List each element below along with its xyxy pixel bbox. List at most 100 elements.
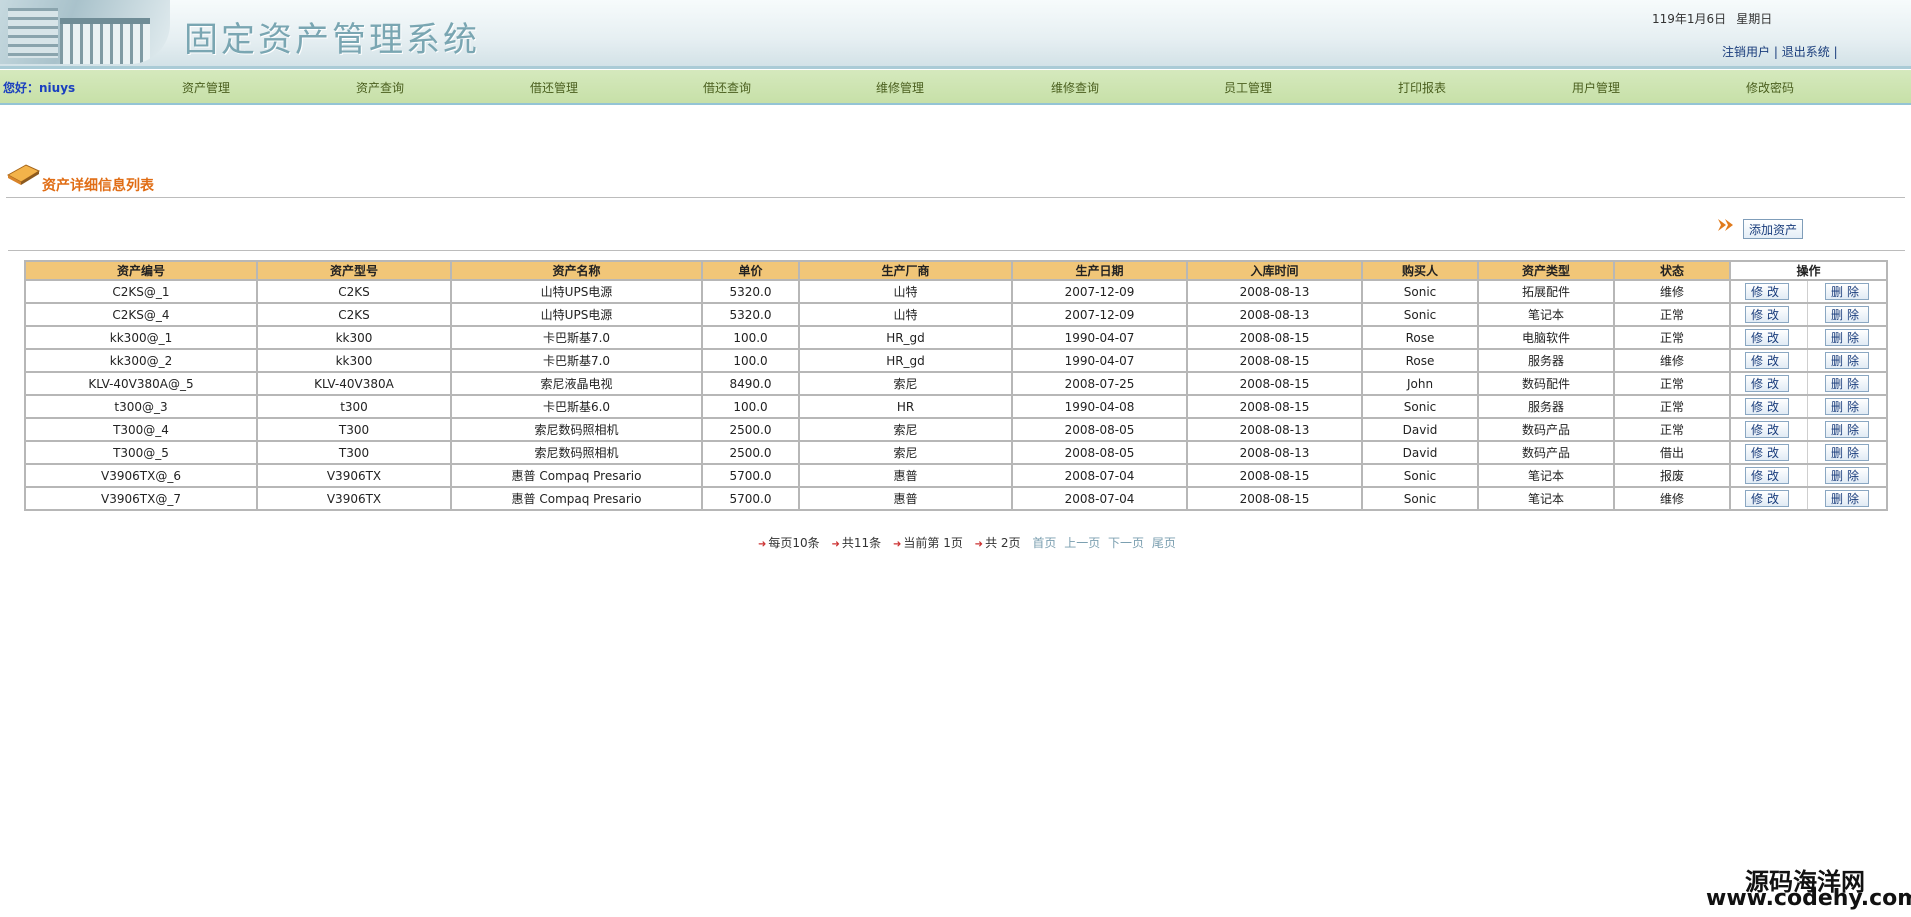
delete-button[interactable]: 删除 (1825, 490, 1869, 507)
cell-status: 正常 (1613, 417, 1731, 442)
cell-storage-time: 2008-08-15 (1186, 371, 1363, 396)
cell-buyer: John (1361, 371, 1479, 396)
cell-operation: 修改 删除 (1729, 463, 1888, 488)
delete-button[interactable]: 删除 (1825, 421, 1869, 438)
edit-button[interactable]: 修改 (1745, 306, 1789, 323)
nav-borrow-query[interactable]: 借还查询 (703, 79, 751, 96)
cell-operation: 修改 删除 (1729, 279, 1888, 304)
cell-status: 借出 (1613, 440, 1731, 465)
cell-manufacturer: 索尼 (798, 371, 1013, 396)
nav-repair-management[interactable]: 维修管理 (876, 79, 924, 96)
cell-status: 报废 (1613, 463, 1731, 488)
cell-buyer: Sonic (1361, 463, 1479, 488)
prev-page-link[interactable]: 上一页 (1064, 536, 1100, 550)
cell-production-date: 1990-04-07 (1011, 348, 1188, 373)
add-asset-button[interactable]: 添加资产 (1743, 219, 1803, 239)
system-title: 固定资产管理系统 (184, 20, 480, 60)
building-logo-image (0, 0, 170, 64)
table-row: T300@_5 T300 索尼数码照相机 2500.0 索尼 2008-08-05 2008… (24, 440, 1888, 465)
cell-operation: 修改 删除 (1729, 394, 1888, 419)
building-graphic (8, 8, 58, 58)
nav-borrow-management[interactable]: 借还管理 (530, 79, 578, 96)
cell-name: 卡巴斯基7.0 (450, 348, 703, 373)
edit-button[interactable]: 修改 (1745, 467, 1789, 484)
cell-name: 惠普 Compaq Presario (450, 463, 703, 488)
cell-status: 正常 (1613, 302, 1731, 327)
table-row: T300@_4 T300 索尼数码照相机 2500.0 索尼 2008-08-05 2008… (24, 417, 1888, 442)
cell-storage-time: 2008-08-15 (1186, 348, 1363, 373)
nav-repair-query[interactable]: 维修查询 (1051, 79, 1099, 96)
edit-button[interactable]: 修改 (1745, 444, 1789, 461)
link-separator: | (1773, 45, 1778, 59)
cell-asset-id: V3906TX@_7 (24, 486, 258, 511)
cell-operation: 修改 删除 (1729, 440, 1888, 465)
cell-name: 惠普 Compaq Presario (450, 486, 703, 511)
cell-name: 卡巴斯基6.0 (450, 394, 703, 419)
section-title: 资产详细信息列表 (42, 178, 154, 194)
first-page-link[interactable]: 首页 (1032, 536, 1056, 550)
exit-system-link[interactable]: 退出系统 (1782, 45, 1830, 59)
arrow-icon: ➜ (974, 539, 984, 550)
app-header: 固定资产管理系统 119年1月6日 星期日 注销用户 | 退出系统 | (0, 0, 1911, 69)
cell-manufacturer: HR_gd (798, 325, 1013, 350)
nav-employee-management[interactable]: 员工管理 (1224, 79, 1272, 96)
cell-production-date: 2008-07-25 (1011, 371, 1188, 396)
cell-model: C2KS (256, 302, 452, 327)
edit-button[interactable]: 修改 (1745, 329, 1789, 346)
cell-price: 8490.0 (701, 371, 800, 396)
cell-manufacturer: 惠普 (798, 463, 1013, 488)
nav-user-management[interactable]: 用户管理 (1572, 79, 1620, 96)
delete-button[interactable]: 删除 (1825, 283, 1869, 300)
cell-production-date: 2008-08-05 (1011, 440, 1188, 465)
current-page-text: 当前第 1页 (903, 536, 963, 550)
last-page-link[interactable]: 尾页 (1152, 536, 1176, 550)
delete-button[interactable]: 删除 (1825, 444, 1869, 461)
cell-storage-time: 2008-08-15 (1186, 325, 1363, 350)
cell-model: kk300 (256, 325, 452, 350)
cell-status: 维修 (1613, 279, 1731, 304)
cell-status: 正常 (1613, 325, 1731, 350)
delete-button[interactable]: 删除 (1825, 306, 1869, 323)
delete-button[interactable]: 删除 (1825, 398, 1869, 415)
table-row: C2KS@_1 C2KS 山特UPS电源 5320.0 山特 2007-12-09 2008… (24, 279, 1888, 304)
cell-storage-time: 2008-08-13 (1186, 417, 1363, 442)
double-arrow-icon (1718, 219, 1733, 231)
next-page-link[interactable]: 下一页 (1108, 536, 1144, 550)
delete-button[interactable]: 删除 (1825, 329, 1869, 346)
cell-storage-time: 2008-08-13 (1186, 302, 1363, 327)
cell-storage-time: 2008-08-15 (1186, 394, 1363, 419)
delete-button[interactable]: 删除 (1825, 352, 1869, 369)
edit-button[interactable]: 修改 (1745, 375, 1789, 392)
cell-model: KLV-40V380A (256, 371, 452, 396)
nav-asset-query[interactable]: 资产查询 (356, 79, 404, 96)
cell-manufacturer: 索尼 (798, 440, 1013, 465)
cell-price: 2500.0 (701, 417, 800, 442)
pager-item: ➜ 共 2页 (975, 536, 1021, 550)
cell-production-date: 2008-08-05 (1011, 417, 1188, 442)
edit-button[interactable]: 修改 (1745, 398, 1789, 415)
col-header-price: 单价 (701, 260, 800, 281)
cell-asset-id: V3906TX@_6 (24, 463, 258, 488)
cell-operation: 修改 删除 (1729, 302, 1888, 327)
cell-asset-type: 笔记本 (1477, 486, 1615, 511)
nav-print-report[interactable]: 打印报表 (1398, 79, 1446, 96)
cell-asset-id: C2KS@_4 (24, 302, 258, 327)
col-header-storage-time: 入库时间 (1186, 260, 1363, 281)
delete-button[interactable]: 删除 (1825, 467, 1869, 484)
cell-operation: 修改 删除 (1729, 417, 1888, 442)
arrow-icon: ➜ (831, 539, 840, 550)
edit-button[interactable]: 修改 (1745, 352, 1789, 369)
cell-name: 索尼数码照相机 (450, 440, 703, 465)
operation-divider (1807, 489, 1808, 508)
edit-button[interactable]: 修改 (1745, 490, 1789, 507)
nav-change-password[interactable]: 修改密码 (1746, 79, 1794, 96)
divider (8, 250, 1905, 251)
edit-button[interactable]: 修改 (1745, 283, 1789, 300)
cell-asset-type: 服务器 (1477, 348, 1615, 373)
edit-button[interactable]: 修改 (1745, 421, 1789, 438)
nav-asset-management[interactable]: 资产管理 (182, 79, 230, 96)
operation-divider (1807, 397, 1808, 416)
cell-manufacturer: 惠普 (798, 486, 1013, 511)
delete-button[interactable]: 删除 (1825, 375, 1869, 392)
logout-user-link[interactable]: 注销用户 (1722, 45, 1770, 59)
